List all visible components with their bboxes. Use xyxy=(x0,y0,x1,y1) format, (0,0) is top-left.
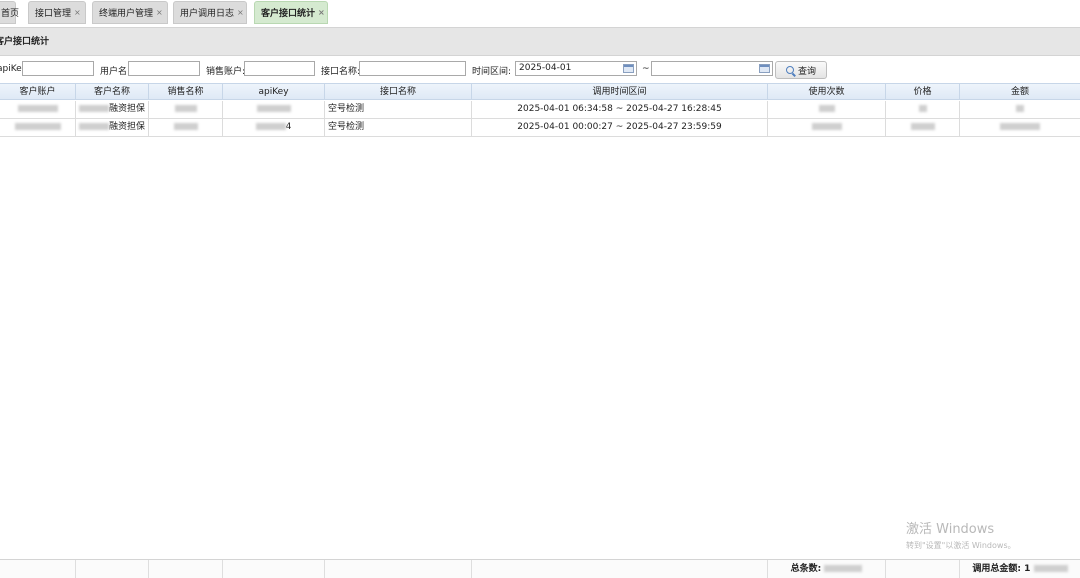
redacted-value xyxy=(78,123,109,130)
table-footer: 总条数: 调用总金额: 1 xyxy=(0,559,1080,578)
close-icon[interactable]: × xyxy=(74,8,81,17)
cell-apikey: 4 xyxy=(223,119,325,136)
search-icon xyxy=(785,66,794,74)
redacted-value xyxy=(811,123,842,130)
sales-account-input[interactable] xyxy=(244,61,315,76)
total-rows-label: 总条数: xyxy=(790,564,822,574)
table-header: 客户账户 客户名称 销售名称 apiKey 接口名称 调用时间区间 使用次数 价… xyxy=(0,83,1080,100)
apikey-input[interactable] xyxy=(22,61,94,76)
tab-label: 首页 xyxy=(1,9,20,19)
redacted-value xyxy=(256,105,291,112)
column-header[interactable]: 使用次数 xyxy=(768,84,886,99)
footer-cell xyxy=(76,560,149,578)
cell-price xyxy=(886,119,960,136)
redacted-value xyxy=(1033,565,1068,572)
redacted-value xyxy=(174,105,197,112)
redacted-value xyxy=(1000,123,1040,130)
calendar-icon[interactable] xyxy=(759,64,770,73)
time-range-separator: ~ xyxy=(642,64,650,74)
page-title: 客户接口统计 xyxy=(0,37,50,47)
total-rows: 总条数: xyxy=(768,560,886,578)
footer-cell xyxy=(886,560,960,578)
cell-customer-name: 融资担保 xyxy=(76,101,149,118)
cell-amount xyxy=(960,101,1080,118)
watermark-subtitle: 转到"设置"以激活 Windows。 xyxy=(906,541,1016,550)
column-header[interactable]: 销售名称 xyxy=(149,84,223,99)
cell-price xyxy=(886,101,960,118)
column-header[interactable]: 客户名称 xyxy=(76,84,149,99)
cell-sales-name xyxy=(149,119,223,136)
api-name-label: 接口名称: xyxy=(321,67,361,77)
query-button[interactable]: 查询 xyxy=(775,61,827,79)
time-end-input[interactable] xyxy=(651,61,773,76)
cell-api-name: 空号检测 xyxy=(325,101,472,118)
redacted-value xyxy=(910,123,935,130)
redacted-value xyxy=(1016,105,1024,112)
cell-amount xyxy=(960,119,1080,136)
redacted-value xyxy=(255,123,286,130)
cell-apikey xyxy=(223,101,325,118)
redacted-value xyxy=(818,105,835,112)
query-button-label: 查询 xyxy=(797,66,816,77)
redacted-value xyxy=(78,105,109,112)
cell-count xyxy=(768,119,886,136)
column-header[interactable]: 金额 xyxy=(960,84,1080,99)
total-amount-label: 调用总金额: 1 xyxy=(972,564,1031,574)
column-header[interactable]: 价格 xyxy=(886,84,960,99)
footer-cell xyxy=(223,560,325,578)
cell-account xyxy=(0,119,76,136)
close-icon[interactable]: × xyxy=(156,8,163,17)
panel-title-bar: 客户接口统计 xyxy=(0,27,1080,56)
tab-home[interactable]: 首页 xyxy=(0,1,20,24)
cell-account xyxy=(0,101,76,118)
table-row[interactable]: 融资担保 4 空号检测 2025-04-01 00:00:27 ~ 2025-0… xyxy=(0,119,1080,137)
table-row[interactable]: 融资担保 空号检测 2025-04-01 06:34:58 ~ 2025-04-… xyxy=(0,101,1080,119)
time-range-label: 时间区间: xyxy=(472,67,512,77)
column-header[interactable]: 接口名称 xyxy=(325,84,472,99)
footer-cell xyxy=(149,560,223,578)
app-window: 首页 接口管理 × 终端用户管理 × 用户调用日志 × 客户接口统计 × 客户接… xyxy=(0,0,1080,578)
cell-sales-name xyxy=(149,101,223,118)
redacted-value xyxy=(173,123,198,130)
total-amount: 调用总金额: 1 xyxy=(960,560,1080,578)
time-start-input[interactable]: 2025-04-01 xyxy=(515,61,637,76)
time-start-value: 2025-04-01 xyxy=(519,63,572,73)
tab-api-management[interactable]: 接口管理 × xyxy=(28,1,86,24)
username-label: 用户名 xyxy=(100,67,128,77)
watermark-title: 激活 Windows xyxy=(906,522,995,537)
column-header[interactable]: 调用时间区间 xyxy=(472,84,768,99)
column-header[interactable]: apiKey xyxy=(223,84,325,99)
redacted-value xyxy=(17,105,58,112)
cell-time-range: 2025-04-01 06:34:58 ~ 2025-04-27 16:28:4… xyxy=(472,101,768,118)
tab-label: 接口管理 xyxy=(35,9,72,19)
footer-cell xyxy=(472,560,768,578)
windows-activation-watermark: 激活 Windows 转到"设置"以激活 Windows。 xyxy=(906,518,1016,551)
footer-cell xyxy=(0,560,76,578)
tab-user-call-log[interactable]: 用户调用日志 × xyxy=(173,1,247,24)
tab-label: 用户调用日志 xyxy=(180,9,235,19)
tab-label: 终端用户管理 xyxy=(99,9,154,19)
tab-label: 客户接口统计 xyxy=(261,9,316,19)
close-icon[interactable]: × xyxy=(318,8,325,17)
redacted-value xyxy=(824,565,863,572)
tab-bar: 首页 接口管理 × 终端用户管理 × 用户调用日志 × 客户接口统计 × xyxy=(0,0,1080,27)
tab-terminal-user-management[interactable]: 终端用户管理 × xyxy=(92,1,168,24)
column-header[interactable]: 客户账户 xyxy=(0,84,76,99)
cell-api-name: 空号检测 xyxy=(325,119,472,136)
cell-customer-name: 融资担保 xyxy=(76,119,149,136)
filter-bar: apiKey: 用户名 销售账户: 接口名称: 时间区间: 2025-04-01… xyxy=(0,57,1080,82)
sales-account-label: 销售账户: xyxy=(206,67,246,77)
cell-count xyxy=(768,101,886,118)
footer-cell xyxy=(325,560,472,578)
redacted-value xyxy=(14,123,61,130)
username-input[interactable] xyxy=(128,61,200,76)
calendar-icon[interactable] xyxy=(623,64,634,73)
close-icon[interactable]: × xyxy=(237,8,244,17)
tab-customer-api-stats[interactable]: 客户接口统计 × xyxy=(254,1,328,24)
api-name-input[interactable] xyxy=(359,61,466,76)
cell-time-range: 2025-04-01 00:00:27 ~ 2025-04-27 23:59:5… xyxy=(472,119,768,136)
redacted-value xyxy=(918,105,927,112)
